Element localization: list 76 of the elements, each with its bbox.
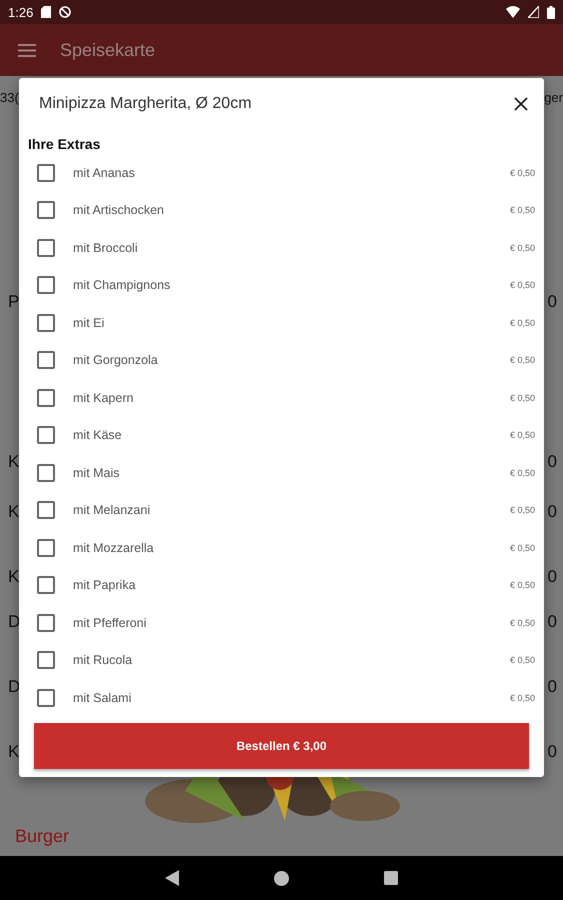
extra-price: € 0,50 — [510, 692, 535, 703]
extra-label: mit Käse — [73, 428, 123, 442]
section-heading: Ihre Extras — [27, 135, 102, 154]
sd-card-icon — [41, 6, 52, 18]
item-price: 0 — [548, 292, 557, 312]
extra-price: € 0,50 — [510, 542, 535, 553]
item-price: 0 — [548, 612, 557, 632]
status-time: 1:26 — [8, 4, 34, 20]
item-price: 0 — [548, 502, 557, 522]
extra-label: mit Artischocken — [73, 203, 166, 218]
extra-price: € 0,50 — [510, 355, 535, 366]
item-title: D — [8, 612, 20, 632]
extra-price: € 0,50 — [510, 280, 535, 290]
checkbox[interactable] — [37, 388, 55, 407]
checkbox[interactable] — [37, 238, 55, 257]
checkbox[interactable] — [37, 314, 55, 332]
dialog-title: Minipizza Margherita, Ø 20cm — [39, 95, 252, 113]
home-icon[interactable] — [274, 870, 289, 886]
extra-label: mit Paprika — [73, 578, 137, 592]
extra-label: mit Broccoli — [73, 240, 139, 255]
extra-label: mit Pfefferoni — [73, 616, 148, 630]
extra-label: mit Ei — [73, 316, 106, 330]
blocked-icon — [59, 6, 72, 18]
wifi-icon — [506, 6, 520, 18]
extra-label: mit Champignons — [73, 278, 172, 292]
battery-icon — [547, 6, 555, 18]
checkbox[interactable] — [37, 201, 55, 220]
extra-label: mit Ananas — [73, 166, 136, 180]
extra-price: € 0,50 — [510, 580, 535, 590]
back-icon[interactable] — [165, 870, 179, 886]
item-title: K — [8, 567, 20, 587]
extra-price: € 0,50 — [510, 655, 535, 666]
item-title: K — [8, 502, 20, 522]
extra-label: mit Mais — [73, 466, 121, 480]
item-price: 0 — [548, 677, 557, 697]
close-button[interactable] — [512, 95, 530, 113]
extra-label: mit Gorgonzola — [73, 353, 159, 368]
extra-label: mit Rucola — [73, 653, 134, 668]
checkbox[interactable] — [37, 464, 55, 482]
checkbox[interactable] — [37, 164, 55, 182]
checkbox[interactable] — [37, 576, 55, 594]
item-title: 33( — [0, 90, 19, 107]
checkbox[interactable] — [37, 276, 55, 294]
order-button[interactable]: Bestellen € 3,00 — [34, 722, 529, 768]
item-price: 0 — [548, 452, 557, 472]
extra-label: mit Kapern — [73, 390, 134, 405]
extra-price: € 0,50 — [510, 392, 535, 403]
extra-price: € 0,50 — [510, 505, 535, 516]
checkbox[interactable] — [37, 614, 55, 632]
extra-label: mit Salami — [73, 690, 132, 705]
section-title: Burger — [15, 826, 70, 847]
extra-price: € 0,50 — [510, 242, 535, 253]
item-title: K — [8, 742, 20, 762]
checkbox[interactable] — [37, 651, 55, 670]
extra-price: € 0,50 — [510, 318, 535, 328]
item-title: P — [8, 292, 20, 312]
app-title: Speisekarte — [60, 40, 156, 60]
checkbox[interactable] — [37, 426, 55, 444]
menu-icon[interactable] — [18, 44, 36, 56]
checkbox[interactable] — [37, 501, 55, 520]
signal-icon — [528, 6, 539, 18]
checkbox[interactable] — [37, 688, 55, 707]
checkbox[interactable] — [37, 351, 55, 370]
checkbox[interactable] — [37, 538, 55, 557]
extra-price: € 0,50 — [510, 205, 535, 216]
item-title: ger — [544, 90, 563, 107]
extra-price: € 0,50 — [510, 430, 535, 440]
item-price: 0 — [548, 567, 557, 587]
extra-label: mit Melanzani — [73, 503, 152, 518]
item-title: K — [8, 452, 20, 472]
extra-price: € 0,50 — [510, 168, 535, 178]
item-price: 0 — [548, 742, 557, 762]
item-title: D — [8, 677, 20, 697]
extra-label: mit Mozzarella — [73, 540, 155, 555]
extra-price: € 0,50 — [510, 468, 535, 478]
extra-price: € 0,50 — [510, 618, 535, 628]
